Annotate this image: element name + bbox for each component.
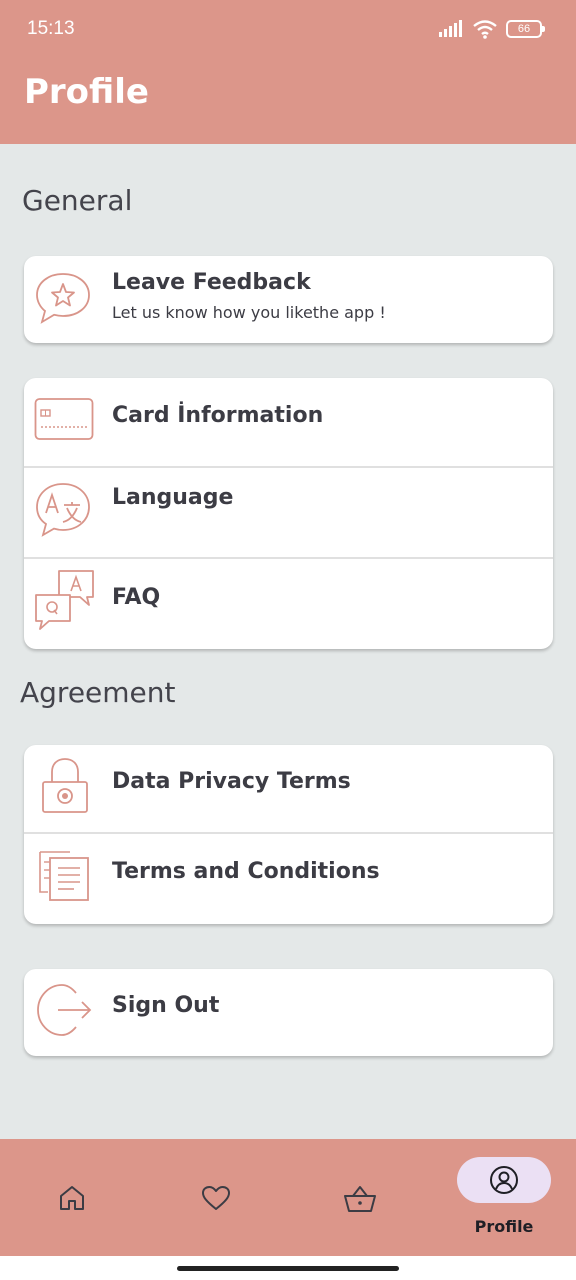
heart-icon bbox=[202, 1186, 230, 1210]
status-icons: 66 bbox=[438, 18, 545, 40]
card-information-title: Card İnformation bbox=[112, 403, 324, 428]
language-title: Language bbox=[112, 485, 234, 510]
page-title: Profile bbox=[24, 72, 149, 112]
gesture-area bbox=[0, 1256, 576, 1280]
section-title-agreement: Agreement bbox=[20, 676, 176, 709]
profile-icon bbox=[490, 1166, 518, 1194]
battery-icon: 66 bbox=[506, 20, 545, 38]
sign-out-icon bbox=[37, 984, 92, 1036]
signal-icon bbox=[439, 20, 462, 37]
faq-title: FAQ bbox=[112, 585, 161, 610]
nav-home[interactable] bbox=[30, 1139, 114, 1256]
terms-conditions-title: Terms and Conditions bbox=[112, 859, 380, 884]
translate-icon bbox=[36, 483, 90, 537]
nav-basket[interactable] bbox=[318, 1139, 402, 1256]
document-icon bbox=[39, 851, 89, 901]
credit-card-icon bbox=[34, 398, 94, 440]
sign-out-item[interactable]: Sign Out bbox=[24, 969, 553, 1056]
leave-feedback-subtitle: Let us know how you likethe app ! bbox=[112, 303, 386, 322]
sign-out-card: Sign Out bbox=[24, 969, 553, 1056]
wifi-icon bbox=[473, 20, 497, 39]
basket-icon bbox=[344, 1186, 376, 1212]
card-information-item[interactable]: Card İnformation bbox=[24, 378, 553, 468]
battery-level: 66 bbox=[517, 22, 531, 35]
settings-card: Card İnformation Language FAQ bbox=[24, 378, 553, 649]
app-header: 15:13 66 Profile bbox=[0, 0, 576, 144]
agreement-card: Data Privacy Terms Terms and Conditions bbox=[24, 745, 553, 924]
nav-favorites[interactable] bbox=[174, 1139, 258, 1256]
status-time: 15:13 bbox=[27, 18, 75, 39]
padlock-icon bbox=[42, 758, 88, 813]
leave-feedback-item[interactable]: Leave Feedback Let us know how you liket… bbox=[24, 256, 553, 343]
data-privacy-item[interactable]: Data Privacy Terms bbox=[24, 745, 553, 834]
sign-out-title: Sign Out bbox=[112, 993, 220, 1018]
data-privacy-title: Data Privacy Terms bbox=[112, 769, 351, 794]
terms-conditions-item[interactable]: Terms and Conditions bbox=[24, 834, 553, 924]
nav-profile-active-indicator bbox=[457, 1157, 551, 1203]
nav-profile-label: Profile bbox=[474, 1217, 534, 1236]
home-icon bbox=[60, 1186, 84, 1210]
bottom-navigation: Profile bbox=[0, 1139, 576, 1256]
gesture-handle[interactable] bbox=[177, 1266, 399, 1271]
language-item[interactable]: Language bbox=[24, 468, 553, 559]
feedback-star-icon bbox=[36, 273, 90, 324]
leave-feedback-title: Leave Feedback bbox=[112, 270, 311, 295]
faq-item[interactable]: FAQ bbox=[24, 559, 553, 649]
section-title-general: General bbox=[22, 184, 133, 217]
feedback-card: Leave Feedback Let us know how you liket… bbox=[24, 256, 553, 343]
qa-chat-icon bbox=[35, 570, 94, 630]
